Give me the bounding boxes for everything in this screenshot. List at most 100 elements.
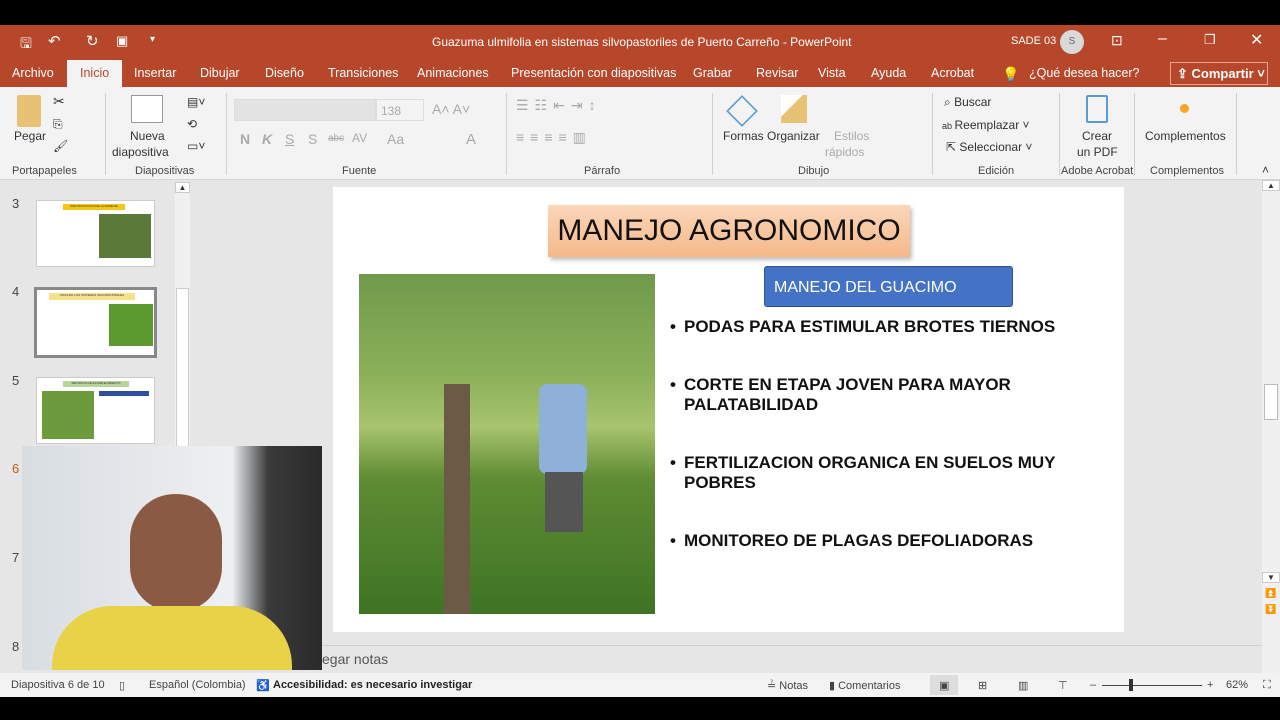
- thumb-title: USOS EN LOS SISTEMAS SILVOPASTORILES: [49, 293, 135, 300]
- tab-acrobat[interactable]: Acrobat: [931, 66, 974, 80]
- tab-transiciones[interactable]: Transiciones: [328, 66, 398, 80]
- user-name: SADE 03: [1011, 35, 1057, 47]
- arrange-button[interactable]: Organizar: [767, 129, 820, 143]
- search-input[interactable]: ¿Qué desea hacer?: [1029, 66, 1140, 80]
- copy-icon[interactable]: ⎘: [53, 117, 63, 132]
- tab-inicio[interactable]: Inicio: [67, 60, 123, 87]
- layout-icon[interactable]: ▤˅: [187, 95, 205, 109]
- slide-sorter-icon[interactable]: ⊞: [978, 679, 987, 692]
- present-icon[interactable]: ▣: [116, 33, 128, 49]
- tab-diseno[interactable]: Diseño: [265, 66, 304, 80]
- bullet-item[interactable]: FERTILIZACION ORGANICA EN SUELOS MUY POB…: [670, 453, 1080, 493]
- zoom-in-icon[interactable]: +: [1207, 679, 1213, 691]
- new-slide-label-1[interactable]: Nueva: [130, 129, 165, 143]
- replace-button[interactable]: ab Reemplazar ˅: [942, 118, 1030, 132]
- undo-icon[interactable]: ↶: [48, 32, 61, 50]
- quick-styles-label[interactable]: Estilos: [834, 129, 869, 143]
- share-label: Compartir: [1191, 66, 1254, 81]
- case-button[interactable]: Aa: [387, 131, 404, 147]
- tab-dibujar[interactable]: Dibujar: [200, 66, 240, 80]
- slide-title[interactable]: MANEJO AGRONOMICO: [548, 205, 910, 257]
- collapse-ribbon-icon[interactable]: ˄: [1262, 163, 1269, 177]
- strikethrough-button[interactable]: abc: [328, 133, 344, 144]
- group-diapositivas: Diapositivas: [135, 165, 195, 177]
- fit-slide-icon[interactable]: ⛶: [1263, 679, 1271, 692]
- share-button[interactable]: ⇪ Compartir ˅: [1170, 62, 1268, 85]
- save-icon[interactable]: 🖫: [20, 33, 32, 57]
- format-painter-icon[interactable]: 🖌: [53, 139, 68, 153]
- tab-animaciones[interactable]: Animaciones: [417, 66, 489, 80]
- align-icons[interactable]: ≡≡≡≡▥: [516, 129, 592, 146]
- thumbnail-slide-3[interactable]: IDENTIFICACION DE LA ESPECIE: [36, 200, 155, 267]
- underline-button[interactable]: S: [285, 131, 294, 147]
- zoom-slider[interactable]: [1102, 685, 1202, 686]
- replace-icon: ab: [942, 121, 955, 131]
- zoom-slider-thumb[interactable]: [1128, 679, 1133, 691]
- scroll-thumb[interactable]: [176, 288, 189, 448]
- language[interactable]: Español (Colombia): [149, 679, 246, 691]
- bold-button[interactable]: N: [240, 131, 250, 147]
- tab-presentacion[interactable]: Presentación con diapositivas: [511, 66, 676, 80]
- tab-insertar[interactable]: Insertar: [134, 66, 176, 80]
- list-icons[interactable]: ☰☷⇤⇥↕: [516, 97, 602, 114]
- avatar[interactable]: S: [1060, 30, 1084, 54]
- tab-grabar[interactable]: Grabar: [693, 66, 732, 80]
- tab-vista[interactable]: Vista: [818, 66, 846, 80]
- font-name-input[interactable]: [234, 99, 376, 121]
- select-label: Seleccionar: [959, 140, 1023, 154]
- cut-icon[interactable]: ✂: [53, 93, 65, 110]
- notes-pane[interactable]: egar notas: [322, 645, 1262, 672]
- prev-slide-icon[interactable]: ⏫: [1262, 588, 1280, 599]
- notes-button[interactable]: ≟ Notas: [767, 679, 808, 692]
- addins-button[interactable]: Complementos: [1145, 129, 1226, 143]
- slide-subtitle[interactable]: MANEJO DEL GUACIMO: [764, 266, 1013, 307]
- arrange-icon: [781, 95, 807, 123]
- slide-counter: Diapositiva 6 de 10: [11, 679, 105, 691]
- shadow-button[interactable]: S: [308, 131, 317, 147]
- thumbnail-slide-5[interactable]: METODOS DE ESTABLECIMIENTO: [36, 377, 155, 444]
- minimize-icon[interactable]: –: [1158, 30, 1167, 48]
- comments-button[interactable]: ▮ Comentarios: [829, 679, 900, 692]
- quick-styles-button[interactable]: rápidos: [825, 145, 864, 159]
- font-color-button[interactable]: A: [466, 131, 476, 148]
- thumbnail-slide-4[interactable]: USOS EN LOS SISTEMAS SILVOPASTORILES: [34, 287, 157, 358]
- tab-archivo[interactable]: Archivo: [12, 66, 54, 80]
- close-icon[interactable]: ✕: [1250, 30, 1263, 50]
- section-icon[interactable]: ▭˅: [187, 139, 205, 153]
- italic-button[interactable]: K: [262, 131, 272, 147]
- slide-photo[interactable]: [359, 274, 655, 614]
- tab-revisar[interactable]: Revisar: [756, 66, 798, 80]
- zoom-level[interactable]: 62%: [1226, 679, 1248, 691]
- zoom-out-icon[interactable]: –: [1090, 679, 1096, 691]
- spellcheck-icon[interactable]: ▯: [119, 679, 125, 692]
- notes-placeholder: egar notas: [322, 651, 389, 667]
- tab-ayuda[interactable]: Ayuda: [871, 66, 906, 80]
- reading-view-icon[interactable]: ▥: [1018, 679, 1028, 692]
- next-slide-icon[interactable]: ⏬: [1262, 604, 1280, 615]
- customize-icon[interactable]: ▾: [150, 34, 155, 45]
- accessibility-status[interactable]: Accesibilidad: es necesario investigar: [273, 679, 472, 691]
- select-button[interactable]: ⇱ Seleccionar ˅: [946, 140, 1032, 154]
- group-adobe-acrobat: Adobe Acrobat: [1061, 165, 1134, 177]
- font-size-input[interactable]: 138: [376, 99, 424, 121]
- create-pdf-button[interactable]: un PDF: [1077, 145, 1118, 159]
- bullet-item[interactable]: MONITOREO DE PLAGAS DEFOLIADORAS: [670, 531, 1090, 551]
- group-dibujo: Dibujo: [798, 165, 830, 177]
- scroll-thumb[interactable]: [1264, 384, 1278, 420]
- grow-font-icon[interactable]: A˄ A˅: [432, 101, 470, 117]
- paste-button[interactable]: Pegar: [14, 129, 46, 143]
- bullet-item[interactable]: PODAS PARA ESTIMULAR BROTES TIERNOS: [670, 317, 1090, 337]
- create-pdf-label[interactable]: Crear: [1082, 129, 1112, 143]
- shapes-button[interactable]: Formas: [723, 129, 764, 143]
- spacing-button[interactable]: AV: [352, 131, 367, 145]
- find-label: Buscar: [954, 95, 992, 109]
- slideshow-icon[interactable]: ⊤: [1058, 679, 1068, 692]
- redo-icon[interactable]: ↻: [86, 32, 99, 50]
- bullet-item[interactable]: CORTE EN ETAPA JOVEN PARA MAYOR PALATABI…: [670, 375, 1050, 415]
- reset-icon[interactable]: ⟲: [187, 117, 197, 131]
- ribbon: Pegar ✂ ⎘ 🖌 Portapapeles Nueva diapositi…: [0, 87, 1280, 180]
- restore-icon[interactable]: ❐: [1204, 32, 1216, 48]
- ribbon-display-icon[interactable]: ⊡: [1111, 32, 1123, 49]
- new-slide-button[interactable]: diapositiva: [112, 145, 169, 159]
- slide-scrollbar[interactable]: ▲ ▼ ⏫ ⏬: [1262, 180, 1280, 673]
